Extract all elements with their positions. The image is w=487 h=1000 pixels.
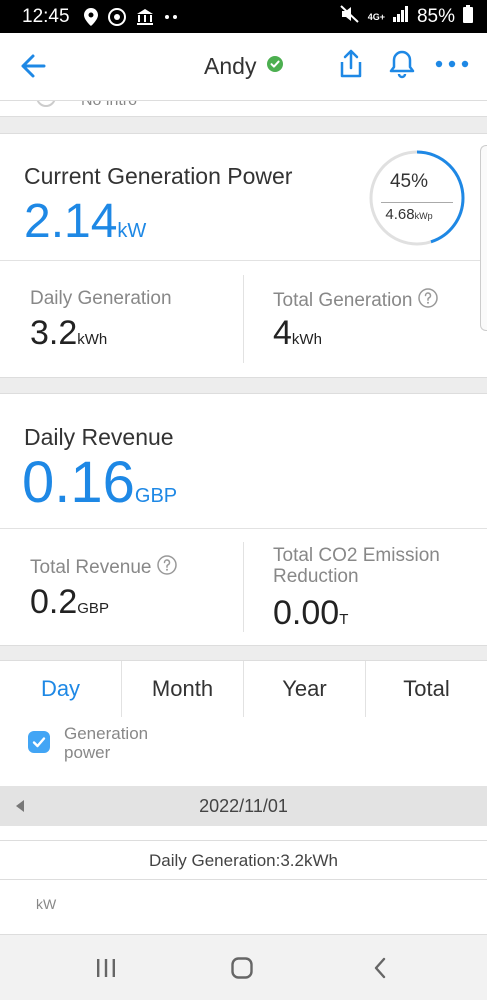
daily-revenue-value: 0.16GBP <box>22 450 178 515</box>
recent-apps-icon <box>97 959 115 977</box>
tab-year[interactable]: Year <box>244 661 366 717</box>
card-divider <box>0 528 487 529</box>
daily-generation-summary: Daily Generation:3.2kWh <box>0 840 487 880</box>
more-dots-icon <box>164 14 178 20</box>
total-generation-value: 4kWh <box>273 314 322 352</box>
clock: 12:45 <box>22 5 70 27</box>
tab-day[interactable]: Day <box>0 661 122 717</box>
side-pull-tab[interactable] <box>480 145 487 331</box>
current-power-value: 2.14kW <box>24 195 147 248</box>
total-revenue-value: 0.2GBP <box>30 583 109 621</box>
4g-icon: 4G+ <box>367 11 385 22</box>
help-icon[interactable] <box>418 288 439 308</box>
generation-power-card: Current Generation Power 2.14kW 45% 4.68… <box>0 133 487 378</box>
more-options-button[interactable] <box>434 57 470 71</box>
stat-divider <box>243 542 244 632</box>
verified-check-icon <box>266 56 283 72</box>
tab-total[interactable]: Total <box>366 661 487 717</box>
daily-revenue-label: Daily Revenue <box>24 424 174 450</box>
bell-icon <box>389 50 415 79</box>
status-bar: 12:45 4G+ 85% <box>0 0 487 33</box>
tab-month[interactable]: Month <box>122 661 244 717</box>
battery-icon <box>463 5 473 28</box>
share-button[interactable] <box>338 49 364 79</box>
spacer <box>0 826 487 840</box>
period-section: Day Month Year Total Generation power <box>0 660 487 786</box>
home-icon <box>231 957 253 979</box>
recent-apps-button[interactable] <box>92 955 120 981</box>
generation-power-legend-label: Generation power <box>64 724 149 762</box>
notifications-button[interactable] <box>389 49 415 79</box>
app-header: Andy <box>0 33 487 101</box>
daily-generation-label: Daily Generation <box>30 288 172 309</box>
bank-icon <box>136 8 154 26</box>
intro-row: No intro <box>0 101 487 117</box>
chrome-icon <box>107 7 126 26</box>
intro-text: No intro <box>81 101 137 110</box>
battery-percent: 85% <box>416 5 455 27</box>
checkmark-icon <box>32 737 46 748</box>
generation-power-checkbox[interactable] <box>28 731 50 753</box>
help-icon[interactable] <box>157 555 178 575</box>
current-power-label: Current Generation Power <box>24 163 293 189</box>
co2-reduction-value: 0.00T <box>273 594 349 632</box>
chevron-left-icon <box>374 957 386 979</box>
installed-capacity: 4.68kWp <box>385 206 433 223</box>
co2-reduction-label: Total CO2 Emission Reduction <box>273 545 440 587</box>
page-title: Andy <box>204 53 257 79</box>
date-navigator: 2022/11/01 <box>0 786 487 826</box>
location-icon <box>83 7 98 26</box>
intro-icon <box>36 101 56 107</box>
revenue-card: Daily Revenue 0.16GBP Total Revenue 0.2G… <box>0 393 487 646</box>
generation-chart: kW <box>0 880 487 934</box>
total-revenue-label: Total Revenue <box>30 555 178 579</box>
stat-divider <box>243 275 244 363</box>
more-horizontal-icon <box>435 60 469 68</box>
home-button[interactable] <box>228 955 256 981</box>
share-icon <box>340 49 362 78</box>
system-nav-bar <box>0 934 487 1000</box>
card-divider <box>0 260 487 261</box>
gauge-divider <box>381 202 453 203</box>
system-back-button[interactable] <box>366 955 394 981</box>
chart-y-unit: kW <box>36 896 57 912</box>
current-date[interactable]: 2022/11/01 <box>0 796 487 817</box>
signal-icon <box>392 6 409 27</box>
total-generation-label: Total Generation <box>273 288 439 312</box>
period-tabs: Day Month Year Total <box>0 661 487 717</box>
capacity-gauge <box>369 150 465 246</box>
daily-generation-value: 3.2kWh <box>30 314 108 352</box>
gauge-percent: 45% <box>389 171 429 192</box>
mute-icon <box>340 5 360 28</box>
